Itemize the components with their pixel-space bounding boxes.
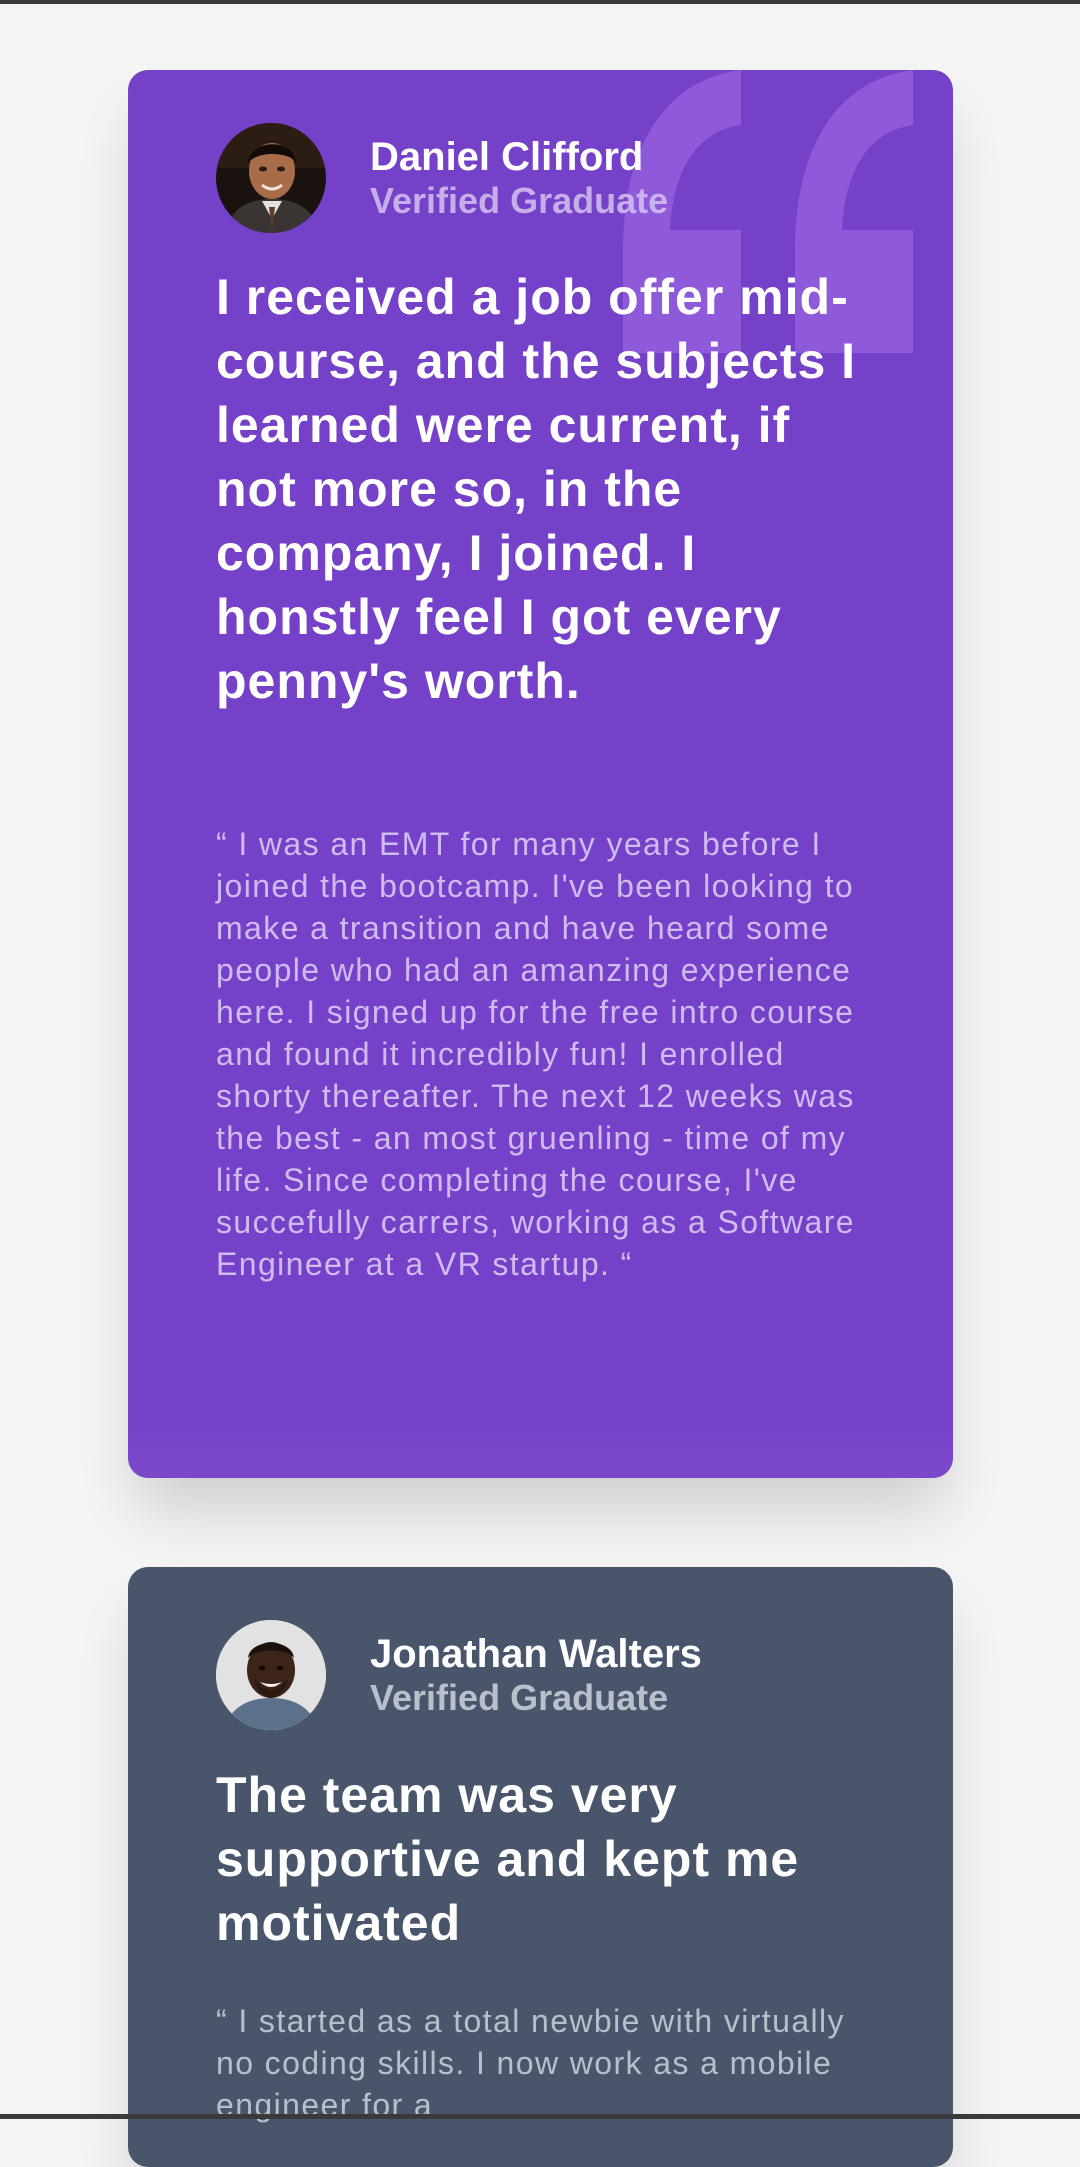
profile-header: Jonathan Walters Verified Graduate (216, 1620, 702, 1730)
testimonial-headline: I received a job offer mid-course, and t… (216, 269, 857, 709)
testimonial-card-daniel: Daniel Clifford Verified Graduate I rece… (128, 70, 953, 1478)
person-name: Jonathan Walters (370, 1632, 702, 1676)
top-edge-bar (0, 0, 1080, 4)
profile-header: Daniel Clifford Verified Graduate (216, 123, 668, 233)
testimonial-card-jonathan: Jonathan Walters Verified Graduate The t… (128, 1567, 953, 2167)
name-block: Daniel Clifford Verified Graduate (370, 134, 668, 222)
testimonial-body: “ I was an EMT for many years before I j… (216, 826, 855, 1282)
verified-status: Verified Graduate (370, 1677, 669, 1718)
avatar (216, 1620, 326, 1730)
testimonial-headline: The team was very supportive and kept me… (216, 1767, 800, 1951)
bottom-edge-bar (0, 2114, 1080, 2119)
testimonial-body: “ I started as a total newbie with virtu… (216, 2003, 845, 2123)
verified-status: Verified Graduate (370, 180, 669, 221)
person-photo-icon (216, 1620, 326, 1730)
person-name: Daniel Clifford (370, 135, 644, 179)
name-block: Jonathan Walters Verified Graduate (370, 1631, 702, 1719)
card-bottom-glow (128, 1418, 953, 1478)
person-photo-icon (216, 123, 326, 233)
avatar (216, 123, 326, 233)
